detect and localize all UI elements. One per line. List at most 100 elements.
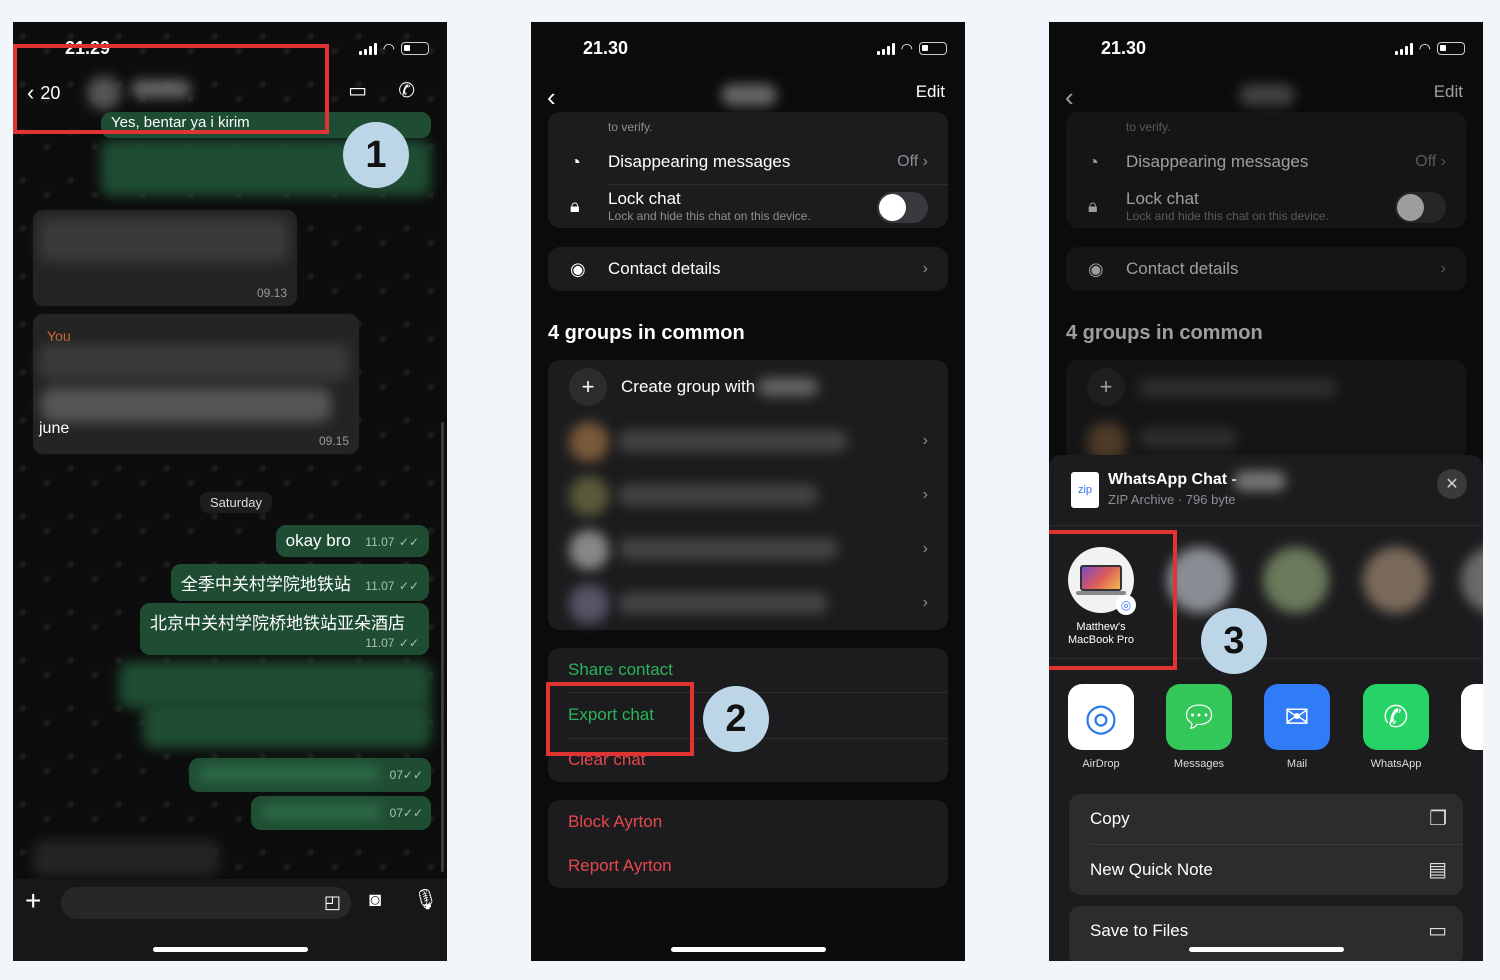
group-name	[618, 592, 828, 614]
plus-icon[interactable]: +	[1087, 368, 1125, 406]
groups-title: 4 groups in common	[1066, 322, 1263, 344]
chevron-right-icon: ›	[922, 260, 928, 277]
video-call-icon[interactable]: ▭	[348, 78, 367, 103]
message-bubble[interactable]	[33, 840, 219, 876]
message-text: 北京中关村学院桥地铁站亚朵酒店	[150, 614, 405, 633]
home-indicator	[153, 947, 308, 952]
share-subtitle: ZIP Archive · 796 byte	[1108, 492, 1236, 507]
mail-icon: ✉	[1264, 684, 1330, 750]
block-report-group: Block Ayrton Report Ayrton	[548, 800, 948, 888]
battery-icon	[919, 42, 947, 55]
row-label: Block Ayrton	[568, 812, 663, 831]
camera-icon[interactable]: ◙	[369, 889, 381, 912]
status-bar: 21.30 ◠	[531, 22, 965, 74]
plus-icon: +	[569, 368, 607, 406]
wifi-icon: ◠	[382, 40, 395, 56]
folder-icon: ▭	[1428, 920, 1447, 942]
step-badge: 2	[703, 686, 769, 752]
message-bubble[interactable]: 09.13	[33, 210, 297, 306]
message-bubble[interactable]: 北京中关村学院桥地铁站亚朵酒店 11.07 ✓✓	[140, 603, 429, 655]
contact-details-row[interactable]: ◉ Contact details ›	[1066, 247, 1466, 291]
step-badge: 3	[1201, 608, 1267, 674]
share-sheet-screen: 21.30 ◠ ‹ Edit to verify. ◔ Disappearing…	[1049, 22, 1483, 961]
chevron-right-icon: ›	[922, 540, 928, 557]
lock-chat-row: 🔒︎ Lock chat Lock and hide this chat on …	[548, 184, 948, 228]
close-button[interactable]: ✕	[1437, 469, 1467, 499]
contact-share-target[interactable]	[1261, 547, 1331, 613]
create-group-row[interactable]: + Create group with	[548, 360, 948, 414]
highlight-box	[13, 44, 329, 134]
app-label: Mail	[1286, 758, 1308, 770]
app-more[interactable]	[1461, 684, 1483, 750]
encryption-note: to verify.	[1126, 120, 1171, 134]
read-receipt-icon: ✓✓	[398, 636, 419, 650]
date-separator: Saturday	[200, 492, 273, 513]
message-bubble[interactable]	[143, 702, 431, 748]
group-row[interactable]: ›	[548, 468, 948, 522]
group-avatar	[569, 530, 609, 570]
signal-icon	[358, 42, 377, 55]
block-contact-row[interactable]: Block Ayrton	[548, 800, 948, 844]
row-label: Report Ayrton	[568, 856, 672, 875]
sticker-icon[interactable]: ◰	[324, 892, 341, 913]
group-name	[618, 538, 838, 560]
quoted-message	[39, 218, 289, 262]
message-bubble[interactable]: 07 ✓✓	[189, 758, 431, 792]
wifi-icon: ◠	[900, 40, 913, 56]
scrollbar[interactable]	[441, 422, 444, 872]
timer-icon: ◔	[570, 152, 581, 172]
sender-name: You	[47, 328, 71, 344]
app-messages[interactable]: 💬︎ Messages	[1166, 684, 1232, 770]
message-bubble[interactable]: 全季中关村学院地铁站 11.07 ✓✓	[170, 564, 429, 601]
contact-name	[721, 84, 777, 106]
read-receipt-icon: ✓✓	[398, 579, 419, 593]
highlight-box	[546, 682, 694, 756]
messages-icon: 💬︎	[1166, 684, 1232, 750]
lock-icon: 🔒︎	[570, 196, 580, 216]
lock-chat-toggle[interactable]	[1395, 192, 1446, 223]
message-text: okay bro	[285, 531, 351, 550]
share-title: WhatsApp Chat -	[1108, 471, 1237, 488]
row-sublabel: Lock and hide this chat on this device.	[1126, 209, 1329, 223]
contact-details-row[interactable]: ◉ Contact details ›	[548, 247, 948, 291]
app-airdrop[interactable]: ◎ AirDrop	[1068, 684, 1134, 770]
app-whatsapp[interactable]: ✆ WhatsApp	[1363, 684, 1429, 770]
message-bubble[interactable]: okay bro 11.07 ✓✓	[275, 525, 429, 557]
plus-icon[interactable]: +	[25, 885, 41, 917]
group-row[interactable]: ›	[548, 414, 948, 468]
app-label: WhatsApp	[1370, 758, 1422, 770]
group-row[interactable]: ›	[548, 576, 948, 630]
disappearing-messages-row[interactable]: ◔ Disappearing messages Off ›	[548, 140, 948, 184]
app-mail[interactable]: ✉ Mail	[1264, 684, 1330, 770]
message-time: 11.07	[365, 579, 395, 593]
copy-action[interactable]: Copy ❐	[1069, 794, 1463, 844]
microphone-icon[interactable]: 🎙︎	[413, 887, 438, 912]
disappearing-messages-row[interactable]: ◔ Disappearing messages Off ›	[1066, 140, 1466, 184]
contact-share-target[interactable]	[1459, 547, 1483, 613]
edit-button[interactable]: Edit	[916, 82, 945, 102]
app-icon	[1461, 684, 1483, 750]
report-contact-row[interactable]: Report Ayrton	[548, 844, 948, 888]
row-label: Create group with	[621, 377, 756, 396]
message-bubble[interactable]: You june 09.15	[33, 314, 359, 454]
battery-icon	[401, 42, 429, 55]
message-input[interactable]: ◰	[61, 887, 351, 919]
step-badge: 1	[343, 122, 409, 188]
status-time: 21.30	[1101, 38, 1147, 58]
row-label: Share contact	[568, 660, 673, 679]
group-row[interactable]: ›	[548, 522, 948, 576]
actions-group: Save to Files ▭	[1069, 906, 1463, 961]
contact-share-target[interactable]	[1361, 547, 1431, 613]
phone-call-icon[interactable]: ✆	[398, 78, 415, 103]
back-button[interactable]: ‹	[547, 82, 556, 113]
edit-button[interactable]: Edit	[1434, 82, 1463, 102]
row-value: Off ›	[897, 153, 928, 170]
message-bubble[interactable]: 07 ✓✓	[251, 796, 431, 830]
message-text: 全季中关村学院地铁站	[180, 575, 351, 594]
lock-chat-toggle[interactable]	[877, 192, 928, 223]
message-time: 09.15	[318, 434, 349, 448]
message-text-blurred	[41, 388, 331, 422]
back-button[interactable]: ‹	[1065, 82, 1074, 113]
quick-note-action[interactable]: New Quick Note ▤	[1069, 845, 1463, 895]
home-indicator	[671, 947, 826, 952]
